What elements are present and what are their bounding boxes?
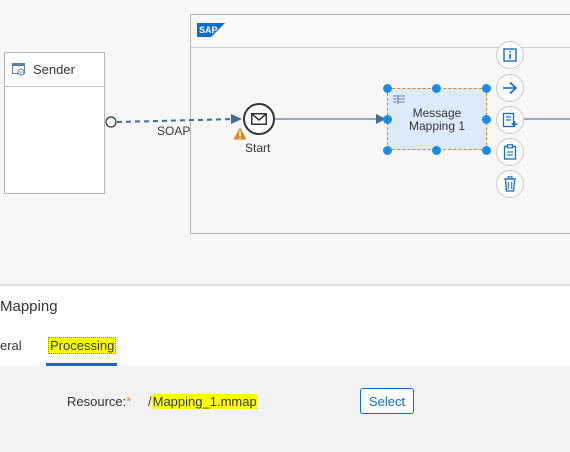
tab-processing[interactable]: Processing bbox=[46, 331, 117, 366]
tab-processing-label: Processing bbox=[48, 337, 117, 354]
resize-handle[interactable] bbox=[383, 146, 392, 155]
info-button[interactable] bbox=[496, 41, 524, 69]
arrow-right-icon bbox=[503, 81, 518, 95]
start-label: Start bbox=[245, 141, 271, 155]
soap-connection-arrow bbox=[231, 114, 242, 124]
resource-label-text: Resource: bbox=[67, 394, 127, 409]
tab-bar: eral Processing bbox=[0, 318, 570, 367]
panel-splitter[interactable] bbox=[0, 284, 570, 286]
start-event[interactable] bbox=[243, 103, 275, 135]
add-step-button[interactable] bbox=[496, 106, 524, 134]
sender-port[interactable] bbox=[105, 116, 117, 128]
resize-handle[interactable] bbox=[482, 115, 491, 124]
panel-title: Mapping bbox=[0, 298, 58, 315]
add-step-icon bbox=[502, 112, 518, 128]
resource-label: Resource:* bbox=[67, 394, 131, 409]
resource-value[interactable]: /Mapping_1.mmap bbox=[148, 394, 258, 409]
tab-general[interactable]: eral bbox=[0, 338, 22, 353]
connect-button[interactable] bbox=[496, 74, 524, 102]
delete-button[interactable] bbox=[496, 170, 524, 198]
resize-handle[interactable] bbox=[383, 84, 392, 93]
select-button[interactable]: Select bbox=[360, 388, 414, 414]
message-mapping-step[interactable]: Message Mapping 1 bbox=[387, 88, 487, 150]
mapping-step-icon bbox=[393, 95, 405, 104]
mapping-step-label: Message Mapping 1 bbox=[388, 107, 486, 133]
soap-adapter-label[interactable]: SOAP bbox=[157, 124, 190, 138]
resize-handle[interactable] bbox=[432, 146, 441, 155]
warning-icon[interactable] bbox=[233, 127, 247, 140]
diagram-canvas[interactable]: SAP Sender SOAP Start Message Mapping 1 bbox=[0, 0, 570, 284]
required-indicator: * bbox=[126, 394, 132, 409]
resize-handle[interactable] bbox=[482, 146, 491, 155]
processing-form: Resource:* /Mapping_1.mmap Select bbox=[0, 366, 570, 452]
info-icon bbox=[503, 48, 517, 62]
mapping-step-line2: Mapping 1 bbox=[408, 119, 466, 133]
resize-handle[interactable] bbox=[432, 84, 441, 93]
resize-handle[interactable] bbox=[383, 115, 392, 124]
soap-connection-line[interactable] bbox=[116, 118, 237, 123]
clipboard-button[interactable] bbox=[496, 138, 524, 166]
trash-icon bbox=[504, 176, 516, 192]
resource-value-text: Mapping_1.mmap bbox=[151, 394, 258, 409]
resize-handle[interactable] bbox=[482, 84, 491, 93]
clipboard-icon bbox=[503, 144, 517, 160]
properties-panel: Mapping eral Processing Resource:* /Mapp… bbox=[0, 284, 570, 452]
envelope-icon bbox=[251, 113, 267, 125]
